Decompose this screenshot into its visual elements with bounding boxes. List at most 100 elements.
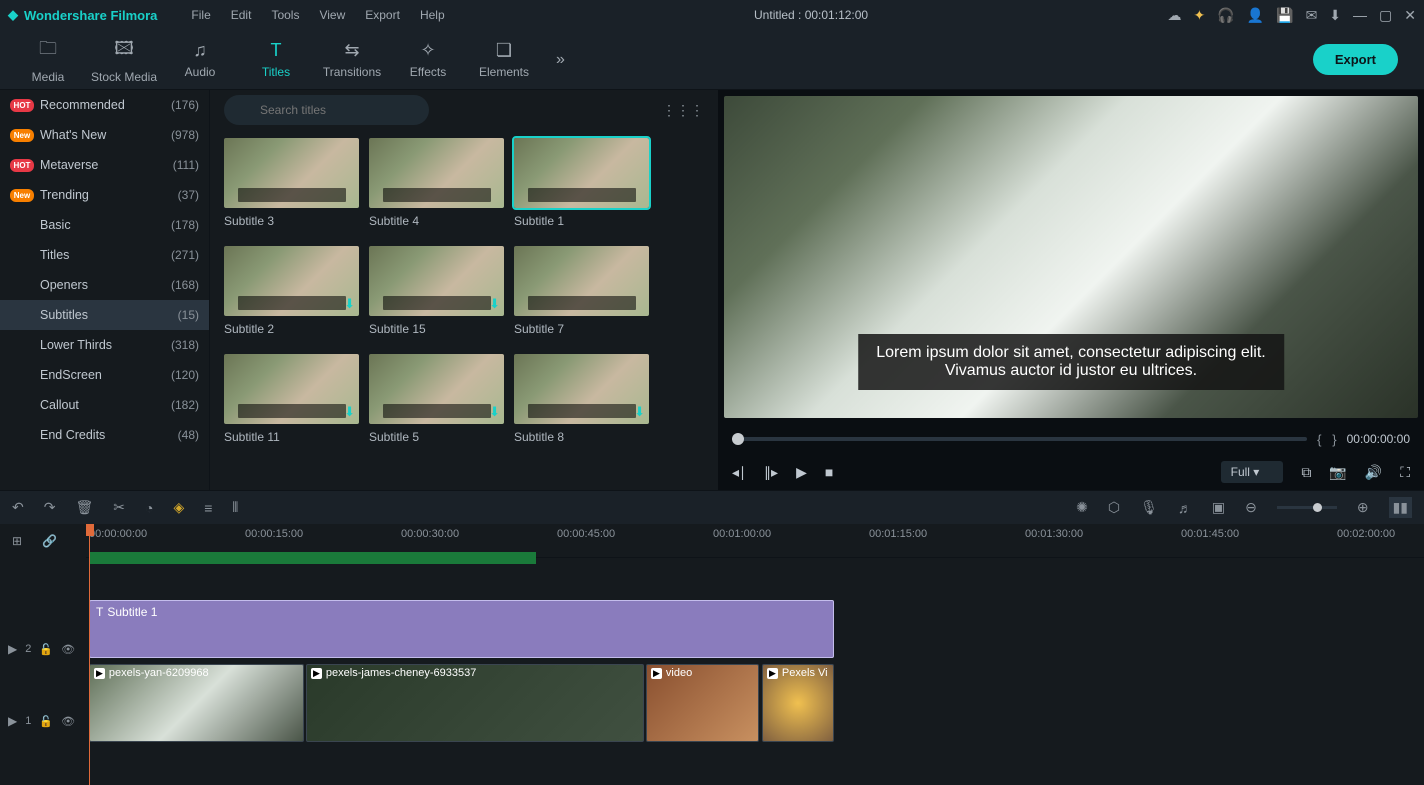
download-icon[interactable]: ⬇ [1329,7,1341,24]
volume-icon[interactable]: 🔊 [1365,464,1382,481]
sidebar-item-metaverse[interactable]: HOTMetaverse(111) [0,150,209,180]
keyframe-icon[interactable]: ▣ [1212,499,1225,516]
thumbnail[interactable]: ⬇Subtitle 15 [369,246,504,336]
menu-edit[interactable]: Edit [221,8,262,22]
menu-tools[interactable]: Tools [261,8,309,22]
fullscreen-icon[interactable]: ⛶ [1400,464,1410,481]
undo-icon[interactable]: ↶ [12,499,24,516]
timeline-content[interactable]: 00:00:00:0000:00:15:0000:00:30:0000:00:4… [86,524,1424,785]
subtitle-clip[interactable]: T Subtitle 1 [89,600,834,658]
tab-titles[interactable]: TTitles [238,30,314,90]
play-icon[interactable]: ▶ [796,464,807,481]
export-button[interactable]: Export [1313,44,1398,75]
thumbnail[interactable]: ⬇Subtitle 8 [514,354,649,444]
more-tabs-icon[interactable]: » [542,51,579,69]
sidebar-item-openers[interactable]: Openers(168) [0,270,209,300]
sidebar-item-trending[interactable]: NewTrending(37) [0,180,209,210]
sparkle-icon: ✧ [420,40,435,61]
sidebar-item-what-s-new[interactable]: NewWhat's New(978) [0,120,209,150]
prev-frame-icon[interactable]: ◂∣ [732,464,746,481]
zoom-slider[interactable] [1277,506,1337,509]
sidebar-item-subtitles[interactable]: Subtitles(15) [0,300,209,330]
render-icon[interactable]: ✺ [1076,499,1088,516]
fit-icon[interactable]: ▮▮ [1389,497,1412,518]
video-clip[interactable]: ▶video [646,664,759,742]
download-icon[interactable]: ⬇ [634,404,645,420]
subtitle-track[interactable]: T Subtitle 1 [86,600,1424,660]
visibility-icon[interactable]: 👁 [61,643,75,656]
cloud-icon[interactable]: ☁ [1168,7,1182,24]
snapshot-icon[interactable]: 📷 [1329,464,1346,481]
lock-icon[interactable]: 🔓 [39,715,53,728]
search-input[interactable] [224,95,429,125]
playhead[interactable] [89,524,90,785]
play-pause-icon[interactable]: ∥▸ [764,464,778,481]
sidebar-item-titles[interactable]: Titles(271) [0,240,209,270]
thumbnail[interactable]: ⬇Subtitle 2 [224,246,359,336]
headset-icon[interactable]: 🎧 [1217,7,1234,24]
download-icon[interactable]: ⬇ [344,404,355,420]
audio-wave-icon[interactable]: ⫴ [232,499,238,516]
video-clip[interactable]: ▶pexels-yan-6209968 [89,664,304,742]
sidebar-item-end-credits[interactable]: End Credits(48) [0,420,209,450]
preview-video[interactable]: Lorem ipsum dolor sit amet, consectetur … [724,96,1418,418]
minimize-icon[interactable]: — [1353,7,1367,23]
delete-icon[interactable]: 🗑 [75,499,93,516]
tab-media[interactable]: 🗀Media [10,30,86,90]
sidebar-item-lower-thirds[interactable]: Lower Thirds(318) [0,330,209,360]
menu-view[interactable]: View [309,8,355,22]
marker-icon[interactable]: ◈ [173,499,184,516]
video-clip[interactable]: ▶pexels-james-cheney-6933537 [306,664,644,742]
speed-icon[interactable]: ◔ [145,500,153,516]
zoom-out-icon[interactable]: ⊖ [1245,499,1257,516]
user-icon[interactable]: 👤 [1247,7,1264,24]
quality-select[interactable]: Full ▾ [1221,461,1284,483]
download-icon[interactable]: ⬇ [489,404,500,420]
tab-elements[interactable]: ❏Elements [466,30,542,90]
mark-icon[interactable]: ⬡ [1108,499,1120,516]
thumbnail[interactable]: Subtitle 1 [514,138,649,228]
download-icon[interactable]: ⬇ [489,296,500,312]
tab-effects[interactable]: ✧Effects [390,30,466,90]
stop-icon[interactable]: ■ [825,464,833,480]
sidebar-item-basic[interactable]: Basic(178) [0,210,209,240]
thumbnail[interactable]: Subtitle 3 [224,138,359,228]
thumbnail[interactable]: Subtitle 7 [514,246,649,336]
menu-export[interactable]: Export [355,8,410,22]
redo-icon[interactable]: ↷ [44,499,56,516]
maximize-icon[interactable]: ▢ [1379,7,1392,24]
menu-help[interactable]: Help [410,8,455,22]
detach-icon[interactable]: ⧉ [1301,464,1311,481]
add-track-icon[interactable]: ⊞ [12,534,22,548]
timeline-ruler[interactable]: 00:00:00:0000:00:15:0000:00:30:0000:00:4… [86,524,1424,558]
thumbnail[interactable]: ⬇Subtitle 11 [224,354,359,444]
visibility-icon[interactable]: 👁 [61,715,75,728]
split-icon[interactable]: ✂ [113,499,125,516]
tab-audio[interactable]: ♫Audio [162,30,238,90]
mail-icon[interactable]: ✉ [1306,7,1318,24]
adjust-icon[interactable]: ≡ [204,500,212,516]
download-icon[interactable]: ⬇ [344,296,355,312]
scrub-bar[interactable] [732,437,1307,441]
sidebar-item-endscreen[interactable]: EndScreen(120) [0,360,209,390]
thumbnail[interactable]: Subtitle 4 [369,138,504,228]
category-name: End Credits [40,428,178,442]
range-brackets[interactable]: { } [1317,432,1337,447]
voiceover-icon[interactable]: 🎙 [1140,499,1158,516]
thumbnail[interactable]: ⬇Subtitle 5 [369,354,504,444]
link-icon[interactable]: 🔗 [42,534,57,548]
sidebar-item-callout[interactable]: Callout(182) [0,390,209,420]
menu-file[interactable]: File [181,8,220,22]
tab-stock-media[interactable]: 🖾Stock Media [86,30,162,90]
mixer-icon[interactable]: ♬ [1178,500,1192,516]
save-icon[interactable]: 💾 [1276,7,1293,24]
tab-transitions[interactable]: ⇆Transitions [314,30,390,90]
close-icon[interactable]: ✕ [1404,7,1416,24]
lightbulb-icon[interactable]: ✦ [1194,7,1206,24]
sidebar-item-recommended[interactable]: HOTRecommended(176) [0,90,209,120]
zoom-in-icon[interactable]: ⊕ [1357,499,1369,516]
video-track[interactable]: ▶pexels-yan-6209968 ▶pexels-james-cheney… [86,664,1424,746]
lock-icon[interactable]: 🔓 [39,643,53,656]
video-clip[interactable]: ▶Pexels Vi [762,664,834,742]
grid-view-icon[interactable]: ⋮⋮⋮ [662,102,704,119]
